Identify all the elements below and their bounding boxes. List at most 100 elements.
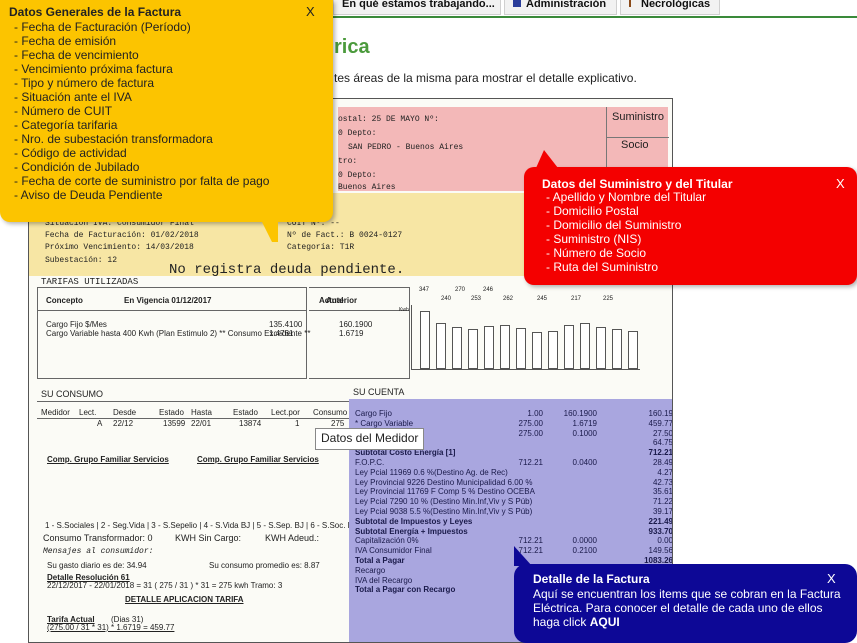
hdr-desde: Desde — [113, 408, 137, 417]
kwh-sin-cargo: KWH Sin Cargo: — [175, 533, 242, 543]
cuenta-cell: 35.61 — [652, 487, 673, 497]
row-lectpor: 1 — [295, 419, 300, 428]
cuenta-line: Ley Provincial 11769 F Comp 5 % Destino … — [355, 487, 673, 497]
supply-data-popup: Datos del Suministro y del Titular X - A… — [524, 167, 857, 285]
cuenta-line: Ley Pcial 11969 0.6 %(Destino Ag. de Rec… — [355, 467, 672, 478]
chart-bar — [580, 323, 590, 369]
cuenta-line: IVA Consumidor Final 712.21 0.2100 149.56 — [355, 546, 673, 556]
general-item: - Fecha de emisión — [14, 34, 117, 48]
bill-detail-popup: Detalle de la Factura X Aquí se encuentr… — [514, 564, 857, 643]
tab-trabajando[interactable]: En qué estamos trabajando... — [333, 0, 501, 15]
header-postal: ostal: 25 DE MAYO Nº: — [338, 115, 439, 124]
cuenta-cell: 160.1900 — [563, 409, 597, 418]
general-data-popup: Datos Generales de la Factura X - Fecha … — [0, 0, 333, 222]
cuenta-cell: Subtotal Energía + Impuestos — [355, 526, 468, 536]
cuenta-cell: IVA Consumidor Final — [355, 546, 432, 556]
general-item: - Número de CUIT — [14, 104, 113, 118]
general-item: - Tipo y número de factura — [14, 76, 155, 90]
general-popup-close-icon[interactable]: X — [306, 4, 315, 19]
cuenta-cell: 64.75 — [652, 438, 673, 448]
chart-label-6: 245 — [537, 296, 548, 302]
cuenta-line: Capitalización 0% 712.21 0.0000 0.00 — [355, 536, 673, 546]
meter-row[interactable]: A 22/12 13599 22/01 13874 1 275 — [29, 419, 349, 431]
supply-popup-pointer — [536, 150, 558, 168]
cuenta-cell: 160.19 — [648, 409, 673, 418]
cuenta-cell: Cargo Fijo — [355, 409, 392, 418]
cuenta-cell: Ley Provincial 9226 Destino Municipalida… — [355, 477, 533, 487]
cuenta-cell: 275.00 — [518, 418, 543, 428]
comp-grupo-link-1[interactable]: Comp. Grupo Familiar Servicios — [47, 455, 169, 464]
cuenta-cell: 0.0000 — [572, 536, 597, 546]
general-popup-list: - Fecha de Facturación (Período) - Fecha… — [14, 20, 269, 202]
chart-bar — [564, 325, 574, 369]
general-item: - Fecha de vencimiento — [14, 48, 139, 62]
chart-bar — [516, 328, 526, 369]
consumption-chart: 347 270 246 240 253 262 245 217 225 Kwh — [399, 287, 666, 377]
chart-label-3: 240 — [441, 296, 452, 302]
detail-popup-text: Aquí se encuentran los items que se cobr… — [533, 587, 841, 629]
cuenta-cell: 27.50 — [652, 428, 673, 438]
tab-administracion[interactable]: Administración — [504, 0, 617, 15]
general-item: - Situación ante el IVA — [14, 90, 132, 104]
cuenta-cell: 712.21 — [518, 458, 543, 467]
supply-popup-close-icon[interactable]: X — [836, 176, 845, 191]
cuenta-cell: Subtotal de Impuestos y Leyes — [355, 516, 473, 526]
general-item: - Categoría tarifaria — [14, 118, 118, 132]
col-vigencia: En Vigencia 01/12/2017 — [124, 296, 212, 305]
general-popup-pointer — [262, 222, 278, 242]
cuenta-cell: 712.21 — [648, 448, 673, 458]
page-title: rica — [334, 36, 370, 58]
row-desde: 22/12 — [113, 419, 134, 428]
cuenta-cell: Total a Pagar — [355, 556, 405, 565]
cuenta-cell: IVA del Recargo — [355, 575, 413, 585]
cuenta-line: Cargo Fijo 1.00 160.1900 160.19 — [355, 409, 673, 419]
cuenta-cell: 39.17 — [652, 507, 673, 516]
consumo-promedio: Su consumo promedio es: 8.87 — [209, 561, 320, 570]
cuenta-cell: 459.77 — [648, 418, 673, 428]
cuenta-cell: 712.21 — [518, 536, 543, 546]
det-tarifa: DETALLE APLICACION TARIFA — [125, 595, 244, 604]
header-city1: SAN PEDRO - Buenos Aires — [348, 143, 464, 152]
admin-icon — [513, 0, 521, 7]
row-hasta: 22/01 — [191, 419, 212, 428]
hdr-medidor: Medidor — [41, 408, 70, 417]
comp-grupo-link-2[interactable]: Comp. Grupo Familiar Servicios — [197, 455, 319, 464]
general-item: - Vencimiento próxima factura — [14, 62, 173, 76]
chart-label-2: 246 — [483, 287, 494, 293]
detail-popup-close-icon[interactable]: X — [827, 571, 836, 586]
cuenta-cell: 933.70 — [648, 526, 673, 536]
chart-bar — [452, 327, 462, 369]
tarifa-act1: 160.1900 — [339, 320, 373, 329]
tab-necrologicas[interactable]: Necrológicas — [620, 0, 720, 15]
chart-kwh-label: Kwh — [399, 307, 409, 313]
detail-popup-pointer — [514, 546, 532, 566]
detail-aqui-link[interactable]: AQUI — [590, 615, 620, 629]
page-intro: tes áreas de la misma para mostrar el de… — [334, 71, 637, 85]
col-actual: Actual — [319, 296, 344, 305]
header-tro: tro: — [338, 157, 358, 166]
chart-bar — [532, 332, 542, 369]
chart-bar — [484, 326, 494, 369]
consumo-rule — [37, 401, 349, 402]
chart-bar — [500, 325, 510, 369]
general-item: - Aviso de Deuda Pendiente — [14, 188, 163, 202]
cuenta-cell: F.O.P.C. — [355, 458, 385, 467]
cuenta-cell: Capitalización 0% — [355, 536, 419, 546]
inv-nro-fact: Nº de Fact.: B 0024-0127 — [287, 231, 403, 240]
tarifa-ant1: 135.4100 — [269, 320, 303, 329]
inv-fecha-fact: Fecha de Facturación: 01/02/2018 — [45, 231, 199, 240]
chart-label-8: 225 — [603, 296, 614, 302]
tarifas-header-line — [38, 310, 306, 311]
det-formula: 22/12/2017 - 22/01/2018 = 31 ( 275 / 31 … — [47, 581, 283, 590]
general-item: - Fecha de corte de suministro por falta… — [14, 174, 270, 188]
row-lect: A — [97, 419, 103, 428]
tarifas-values: Actual 135.4100 1.4761 160.1900 1.6719 — [269, 287, 410, 379]
cuenta-cell: Ley Pcial 11969 0.6 %(Destino Ag. de Rec… — [355, 467, 508, 477]
cuenta-line: Ley Pcial 9038 5.5 %(Destino Min.Inf,Viv… — [355, 507, 673, 517]
cuenta-cell: 149.56 — [648, 546, 673, 556]
chart-bar — [596, 327, 606, 369]
chart-bar — [468, 329, 478, 369]
supply-item: - Ruta del Suministro — [546, 260, 659, 274]
chart-plot — [411, 305, 640, 370]
cuenta-cell: 0.00 — [657, 536, 673, 546]
